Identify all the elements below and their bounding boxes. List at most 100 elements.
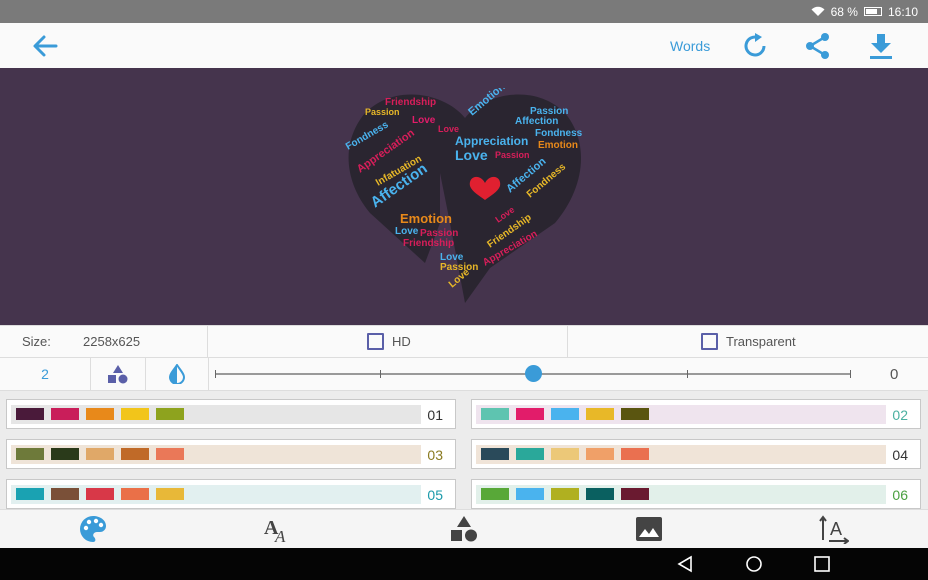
palette-label: 06	[892, 487, 908, 503]
color-swatch	[621, 448, 649, 460]
svg-text:A: A	[830, 519, 842, 539]
slider-thumb[interactable]	[524, 365, 542, 382]
cloud-word: Love	[455, 147, 488, 163]
color-swatch	[86, 408, 114, 420]
battery-percent: 68 %	[830, 4, 858, 19]
color-swatch	[121, 448, 149, 460]
cloud-word: Love	[395, 226, 419, 237]
slider-tick	[215, 370, 216, 378]
color-swatch	[551, 408, 579, 420]
slider-tick	[850, 370, 851, 378]
color-swatch	[156, 408, 184, 420]
cloud-word: Fondness	[535, 128, 583, 139]
color-swatch	[16, 448, 44, 460]
color-swatch	[121, 488, 149, 500]
divider	[567, 326, 568, 357]
palette-strip	[11, 485, 421, 504]
cloud-word: Love	[438, 124, 459, 134]
palette-option[interactable]: 02	[471, 399, 921, 429]
cloud-word: Love	[412, 115, 436, 126]
top-toolbar: Words	[0, 23, 928, 68]
palette-option[interactable]: 05	[6, 479, 456, 509]
palette-strip	[476, 445, 886, 464]
slider-track[interactable]	[215, 365, 851, 382]
font-icon[interactable]: A A	[263, 514, 293, 544]
color-swatch	[481, 448, 509, 460]
palette-label: 04	[892, 447, 908, 463]
color-swatch	[51, 488, 79, 500]
transparent-checkbox[interactable]: Transparent	[701, 326, 796, 357]
color-swatch	[586, 488, 614, 500]
transparent-label: Transparent	[726, 334, 796, 349]
text-orientation-icon[interactable]: A	[819, 514, 849, 544]
color-swatch	[16, 408, 44, 420]
color-swatch	[516, 448, 544, 460]
share-icon[interactable]	[803, 31, 833, 61]
palette-label: 05	[427, 487, 443, 503]
palette-strip	[476, 405, 886, 424]
checkbox-icon[interactable]	[367, 333, 384, 350]
palette-label: 03	[427, 447, 443, 463]
control-bar: 2 0	[0, 358, 928, 391]
color-swatch	[516, 488, 544, 500]
color-swatch	[51, 448, 79, 460]
download-icon[interactable]	[866, 31, 896, 61]
bottom-navigation: A A A	[0, 509, 928, 548]
divider	[207, 326, 208, 357]
color-swatch	[156, 488, 184, 500]
shapes-icon[interactable]	[449, 514, 479, 544]
size-label: Size:	[22, 334, 51, 349]
palette-option[interactable]: 04	[471, 439, 921, 469]
cloud-word: Appreciation	[455, 134, 528, 148]
slider-tick	[380, 370, 381, 378]
palette-label: 02	[892, 407, 908, 423]
hd-checkbox[interactable]: HD	[367, 326, 411, 357]
color-swatch	[156, 448, 184, 460]
divider	[208, 358, 209, 390]
wifi-icon	[811, 6, 825, 16]
words-button[interactable]: Words	[670, 38, 710, 54]
battery-icon	[863, 7, 882, 16]
color-swatch	[551, 448, 579, 460]
color-swatch	[481, 408, 509, 420]
word-cloud-canvas[interactable]: Friendship Passion Love Fondness Appreci…	[0, 68, 928, 325]
checkbox-icon[interactable]	[701, 333, 718, 350]
square-recents-icon[interactable]	[813, 555, 831, 573]
cloud-word: Passion	[365, 107, 400, 117]
palette-icon[interactable]	[78, 514, 108, 544]
system-navigation-bar	[0, 548, 928, 580]
palette-list[interactable]: 01 02 03 04 05 06	[0, 391, 928, 509]
palette-option[interactable]: 06	[471, 479, 921, 509]
contrast-icon	[168, 364, 186, 384]
refresh-icon[interactable]	[740, 31, 770, 61]
count-selector[interactable]: 2	[0, 358, 90, 390]
color-swatch	[86, 488, 114, 500]
export-options-bar: Size: 2258x625 HD Transparent	[0, 325, 928, 358]
palette-strip	[476, 485, 886, 504]
color-swatch	[586, 448, 614, 460]
cloud-word: Emotion	[400, 211, 452, 226]
color-swatch	[86, 448, 114, 460]
circle-home-icon[interactable]	[745, 555, 763, 573]
triangle-back-icon[interactable]	[676, 555, 694, 573]
slider-tick	[687, 370, 688, 378]
contrast-button[interactable]	[146, 358, 208, 390]
image-icon[interactable]	[634, 514, 664, 544]
palette-option[interactable]: 03	[6, 439, 456, 469]
shapes-icon	[108, 365, 128, 384]
size-value: 2258x625	[83, 334, 141, 349]
clock: 16:10	[887, 4, 918, 19]
palette-option[interactable]: 01	[6, 399, 456, 429]
cloud-word: Emotion	[538, 140, 578, 151]
color-swatch	[481, 488, 509, 500]
status-bar: 68 % 16:10	[0, 0, 928, 23]
arrow-left-icon[interactable]	[30, 31, 60, 61]
palette-strip	[11, 445, 421, 464]
palette-label: 01	[427, 407, 443, 423]
color-swatch	[621, 488, 649, 500]
color-swatch	[516, 408, 544, 420]
cloud-word: Friendship	[403, 238, 454, 249]
slider-value: 0	[890, 366, 899, 383]
heart-word-cloud: Friendship Passion Love Fondness Appreci…	[344, 88, 583, 303]
shapes-button[interactable]	[91, 358, 145, 390]
